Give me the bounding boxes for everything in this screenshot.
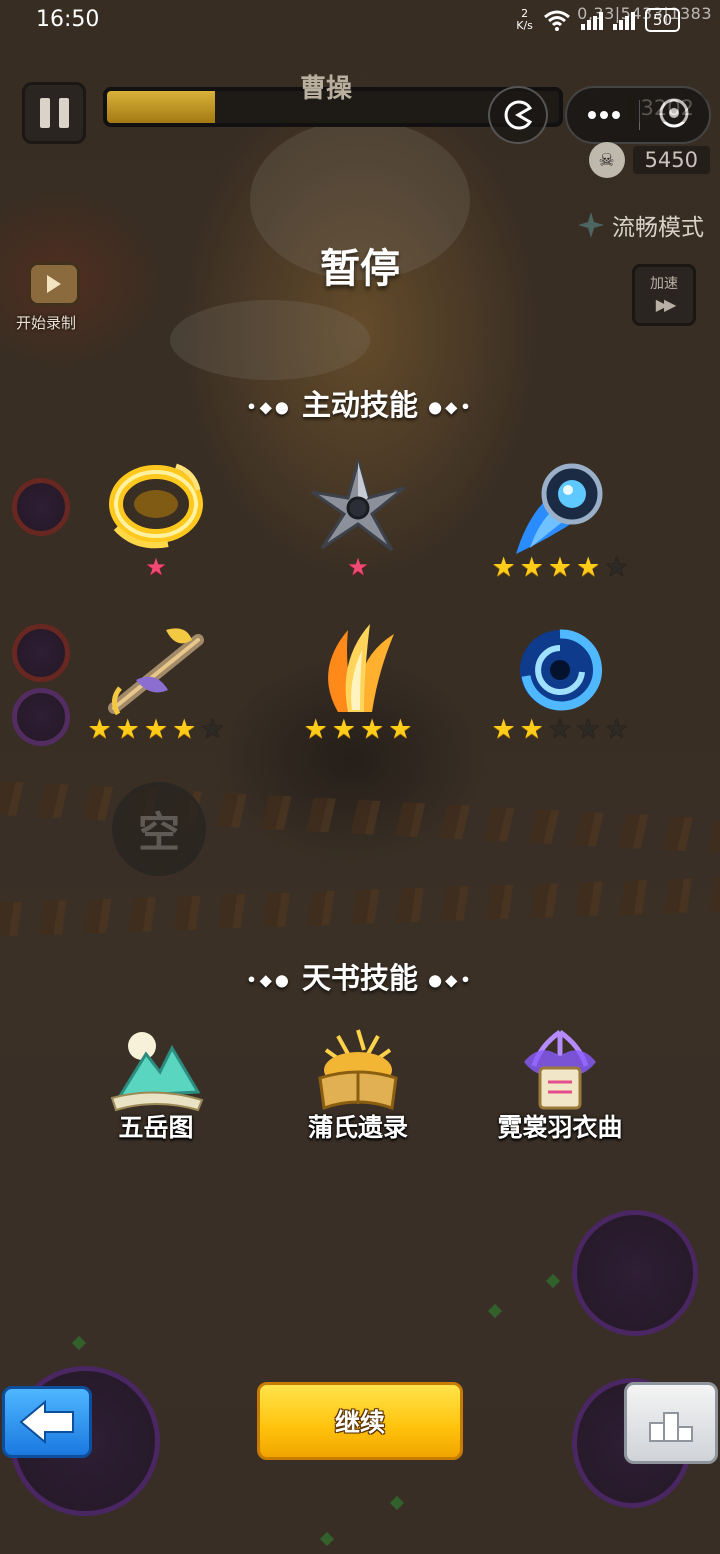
book-skill-name: 霓裳羽衣曲 bbox=[497, 1113, 623, 1142]
network-speed: 2 K/s bbox=[516, 7, 533, 32]
star-filled-icon: ★ bbox=[547, 552, 573, 583]
arrow-left-icon bbox=[19, 1400, 74, 1444]
skull-icon: ☠ bbox=[588, 142, 625, 178]
skill-stars: ★ ★ ★ ★ bbox=[268, 716, 448, 743]
star-filled-icon: ★ bbox=[303, 714, 328, 745]
book-skills-header: •◆● 天书技能 ●◆• bbox=[246, 961, 474, 995]
star-empty-icon: ★ bbox=[604, 714, 629, 745]
star-filled-icon: ★ bbox=[143, 714, 169, 745]
blue-vortex-icon bbox=[520, 629, 602, 711]
fire-feathers-icon bbox=[328, 624, 394, 712]
star-filled-icon: ★ bbox=[347, 553, 369, 581]
book-skill-name: 五岳图 bbox=[118, 1113, 194, 1142]
ranking-button[interactable] bbox=[624, 1382, 718, 1464]
kill-count: 5450 bbox=[632, 146, 710, 174]
blue-orb-comet-icon bbox=[516, 463, 603, 554]
golden-book-icon bbox=[318, 1029, 398, 1111]
star-empty-icon: ★ bbox=[576, 714, 601, 745]
skill-stars: ★ ★ ★ ★ ★ bbox=[470, 716, 650, 743]
book-skill-name: 蒲氏遗录 bbox=[307, 1113, 408, 1142]
stat-kills: ☠ 5450 bbox=[588, 142, 710, 178]
skill-stars: ★ bbox=[66, 554, 246, 581]
star-filled-icon: ★ bbox=[519, 714, 544, 745]
game-center-button[interactable] bbox=[488, 86, 548, 144]
star-filled-icon: ★ bbox=[145, 553, 167, 581]
book-skill-pushiyilu[interactable]: 蒲氏遗录 bbox=[258, 1026, 458, 1156]
empty-skill-slot[interactable]: 空 bbox=[112, 782, 206, 876]
active-skill-slot[interactable]: ★ ★ ★ ★ bbox=[268, 620, 448, 770]
book-skill-nichang[interactable]: 霓裳羽衣曲 bbox=[460, 1026, 660, 1156]
star-filled-icon: ★ bbox=[87, 714, 112, 745]
continue-button[interactable]: 继续 bbox=[257, 1382, 463, 1460]
boss-health-fill bbox=[107, 91, 216, 123]
skill-stars: ★ ★ ★ ★ ★ bbox=[66, 716, 246, 743]
signal-icon bbox=[580, 10, 603, 30]
shuriken-icon bbox=[311, 458, 405, 552]
skill-stars: ★ bbox=[268, 554, 448, 581]
purple-scroll-icon bbox=[524, 1029, 596, 1110]
star-empty-icon: ★ bbox=[604, 552, 629, 583]
podium-icon bbox=[649, 1412, 693, 1442]
battery-indicator: 50 bbox=[644, 8, 680, 32]
star-filled-icon: ★ bbox=[491, 552, 516, 583]
book-skill-wuyuetu[interactable]: 五岳图 bbox=[56, 1026, 256, 1156]
star-filled-icon: ★ bbox=[331, 714, 356, 745]
star-filled-icon: ★ bbox=[491, 714, 516, 745]
star-filled-icon: ★ bbox=[115, 714, 140, 745]
stat-coins: 3202 bbox=[628, 94, 706, 122]
star-empty-icon: ★ bbox=[200, 714, 225, 745]
pacman-icon bbox=[504, 100, 533, 130]
star-filled-icon: ★ bbox=[519, 552, 544, 583]
golden-staff-icon bbox=[108, 628, 204, 716]
fast-forward-icon: ▶▶ bbox=[655, 295, 677, 314]
wifi-icon bbox=[543, 10, 570, 31]
stat-value: 3202 bbox=[628, 94, 706, 122]
active-skill-slot[interactable]: ★ bbox=[66, 458, 246, 608]
active-skill-slot[interactable]: ★ ★ ★ ★ ★ bbox=[470, 458, 650, 608]
star-empty-icon: ★ bbox=[547, 714, 573, 745]
active-skill-slot[interactable]: ★ ★ ★ ★ ★ bbox=[470, 620, 650, 770]
more-dots-icon bbox=[587, 110, 620, 119]
status-bar: 16:50 0,33|5433|1383 2 K/s 50 bbox=[0, 0, 720, 44]
mountain-scroll-icon bbox=[110, 1032, 204, 1112]
star-filled-icon: ★ bbox=[360, 714, 385, 745]
more-menu-button[interactable] bbox=[586, 106, 622, 125]
star-filled-icon: ★ bbox=[172, 714, 197, 745]
active-skill-slot[interactable]: ★ bbox=[268, 458, 448, 608]
active-skill-slot[interactable]: ★ ★ ★ ★ ★ bbox=[66, 620, 246, 770]
pause-title: 暂停 bbox=[320, 246, 400, 292]
pause-button[interactable] bbox=[22, 82, 86, 144]
record-label: 开始录制 bbox=[16, 314, 77, 332]
star-filled-icon: ★ bbox=[388, 714, 413, 745]
signal-icon bbox=[612, 10, 635, 30]
boss-name: 曹操 bbox=[300, 74, 353, 104]
skill-stars: ★ ★ ★ ★ ★ bbox=[470, 554, 650, 581]
star-filled-icon: ★ bbox=[576, 552, 601, 583]
golden-ring-icon bbox=[109, 463, 203, 549]
clock: 16:50 bbox=[36, 7, 100, 32]
back-button[interactable] bbox=[2, 1386, 92, 1458]
active-skills-header: •◆● 主动技能 ●◆• bbox=[246, 388, 474, 422]
